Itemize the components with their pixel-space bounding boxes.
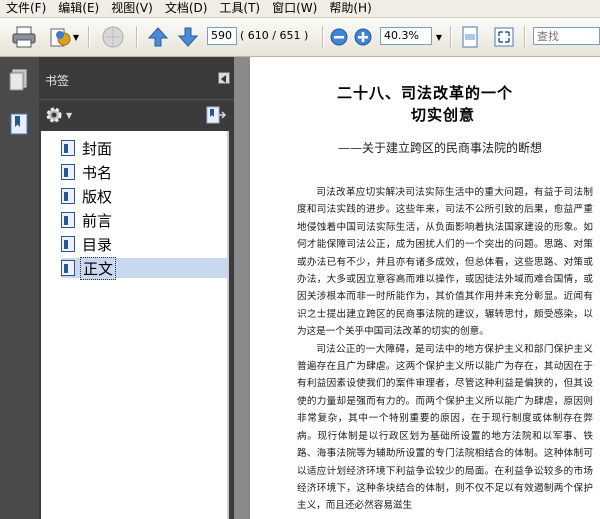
bookmark-item-preface[interactable]: 前言 (61, 210, 114, 230)
next-page-button[interactable] (176, 23, 200, 51)
minus-icon (330, 28, 348, 46)
bookmark-label: 正文 (80, 256, 117, 280)
bookmarks-title: 书签 (45, 74, 70, 88)
previous-page-button[interactable] (146, 23, 170, 51)
bookmark-icon (61, 140, 75, 156)
page-count: ( 610 / 651 ) (240, 29, 309, 42)
bookmark-item-contents[interactable]: 目录 (61, 234, 114, 254)
bookmark-icon (61, 212, 75, 228)
zoom-in-button[interactable] (353, 23, 373, 51)
bookmark-label: 目录 (82, 235, 113, 254)
menu-help[interactable]: 帮助(H) (323, 0, 377, 17)
bookmark-item-main-text[interactable]: 正文 (61, 256, 227, 280)
arrow-up-icon (147, 27, 169, 47)
fit-width-button[interactable] (458, 23, 482, 51)
bookmarks-panel: 书签 ▼ 封面 书名 版权 前言 目录 正文 (39, 57, 234, 519)
bookmark-list: 封面 书名 版权 前言 目录 正文 (41, 131, 229, 519)
search-input[interactable] (533, 27, 600, 45)
navigation-strip (0, 57, 39, 519)
page-number-input[interactable]: 590 (207, 27, 237, 45)
chevron-left-icon (221, 75, 226, 83)
bookmark-arrow-icon (206, 106, 227, 124)
bookmarks-panel-button[interactable] (9, 113, 29, 138)
menu-document[interactable]: 文档(D) (159, 0, 214, 17)
zoom-dropdown-button[interactable]: ▼ (433, 23, 445, 51)
printer-icon (12, 26, 36, 48)
print-button[interactable] (10, 23, 38, 51)
bookmarks-toolbar: ▼ (39, 100, 234, 130)
bookmark-icon (61, 188, 75, 204)
bookmark-icon (61, 236, 75, 252)
expand-icon (494, 27, 514, 47)
gear-icon (46, 107, 62, 123)
globe-icon (102, 26, 124, 48)
paragraph: 司法公正的一大障碍，是司法中的地方保护主义和部门保护主义普遍存在且广为肆虐。这两… (297, 343, 593, 512)
bookmark-label: 封面 (82, 139, 113, 158)
pages-icon (9, 69, 27, 91)
plus-icon (354, 28, 372, 46)
bookmark-item-book-title[interactable]: 书名 (61, 162, 114, 182)
fullscreen-button[interactable] (492, 23, 516, 51)
menu-tools[interactable]: 工具(T) (213, 0, 266, 17)
toolbar-separator (88, 26, 90, 48)
bookmarks-header: 书签 (39, 57, 234, 100)
bookmark-label: 前言 (82, 211, 113, 230)
dropdown-arrow-icon: ▼ (66, 110, 73, 120)
menu-view[interactable]: 视图(V) (105, 0, 159, 17)
document-page: 二十八、司法改革的一个 切实创意 ——关于建立跨区的民商事法院的断想 司法改革应… (250, 57, 600, 519)
share-button[interactable]: ▼ (46, 23, 82, 51)
fit-page-icon (462, 26, 478, 48)
bookmark-icon (61, 260, 75, 276)
document-gutter (234, 57, 250, 519)
toolbar-separator (450, 26, 452, 48)
arrow-down-icon (177, 27, 199, 47)
toolbar-separator (524, 26, 526, 48)
toolbar-separator (322, 26, 324, 48)
bookmark-icon (10, 113, 28, 135)
bookmark-icon (61, 164, 75, 180)
dropdown-arrow-icon: ▼ (72, 32, 80, 42)
dropdown-arrow-icon: ▼ (435, 32, 443, 42)
sync-button[interactable] (98, 23, 128, 51)
expand-bookmark-button[interactable] (206, 105, 227, 128)
menu-window[interactable]: 窗口(W) (266, 0, 323, 17)
options-button[interactable]: ▼ (45, 106, 72, 124)
chapter-body: 司法改革应切实解决司法实际生活中的重大问题，有益于司法制度和司法实践的进步。这些… (297, 184, 593, 515)
zoom-level-input[interactable]: 40.3% (380, 27, 432, 45)
toolbar: ▼ 590 ( 610 / 651 ) 40.3% ▼ (0, 18, 600, 57)
zoom-out-button[interactable] (329, 23, 349, 51)
menu-edit[interactable]: 编辑(E) (52, 0, 105, 17)
bookmark-item-cover[interactable]: 封面 (61, 138, 114, 158)
menu-file[interactable]: 文件(F) (0, 0, 52, 17)
bookmark-item-copyright[interactable]: 版权 (61, 186, 114, 206)
share-icon (50, 28, 71, 47)
pages-panel-button[interactable] (9, 69, 29, 94)
bookmark-scrollbar[interactable] (227, 131, 229, 519)
chapter-subtitle: ——关于建立跨区的民商事法院的断想 (337, 141, 542, 155)
chapter-title-line-1: 二十八、司法改革的一个 (336, 84, 513, 102)
paragraph: 司法改革应切实解决司法实际生活中的重大问题，有益于司法制度和司法实践的进步。这些… (297, 187, 593, 338)
toolbar-separator (136, 26, 138, 48)
bookmark-label: 版权 (82, 187, 113, 206)
bookmark-label: 书名 (82, 163, 113, 182)
chapter-title-line-2: 切实创意 (410, 106, 475, 124)
menu-bar: 文件(F) 编辑(E) 视图(V) 文档(D) 工具(T) 窗口(W) 帮助(H… (0, 0, 600, 18)
collapse-panel-button[interactable] (218, 72, 230, 84)
